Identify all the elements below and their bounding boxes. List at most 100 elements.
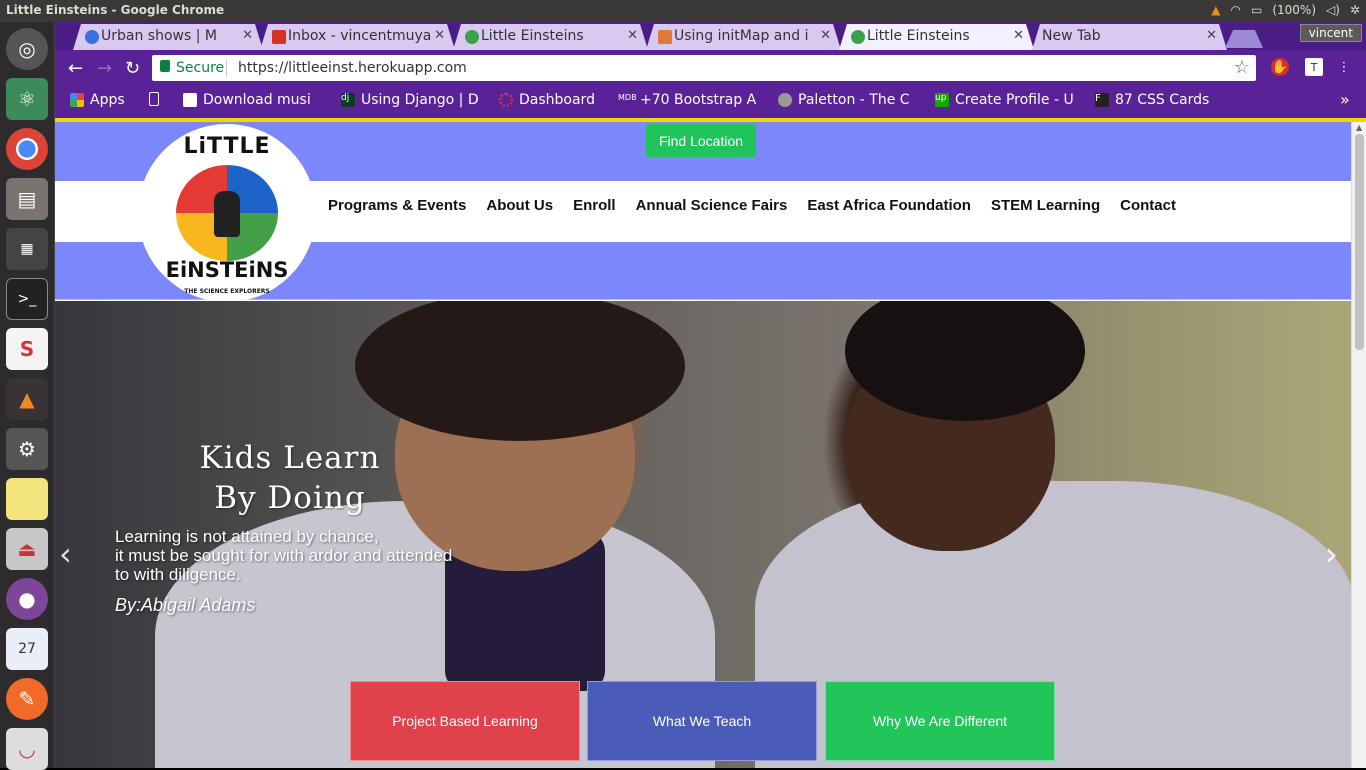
scrollbar-thumb[interactable] — [1355, 134, 1364, 350]
scroll-up-arrow-icon[interactable]: ▲ — [1356, 123, 1362, 132]
upwork-icon: up — [935, 93, 949, 107]
tab-little-einsteins-active[interactable]: Little Einsteins ✕ — [839, 24, 1034, 50]
mdb-icon: MDB — [618, 93, 637, 102]
tab-label: Using initMap and i — [674, 28, 809, 44]
url-text[interactable]: https://littleeinst.herokuapp.com — [238, 60, 467, 76]
browser-toolbar: ← → ↻ Secure https://littleeinst.herokua… — [55, 50, 1366, 86]
workspace-switcher-icon[interactable]: ▦ — [6, 228, 48, 270]
battery-icon[interactable]: ▭ — [1251, 3, 1262, 17]
nav-contact[interactable]: Contact — [1110, 197, 1186, 214]
settings-gear-icon[interactable]: ✲ — [1350, 3, 1360, 17]
web-page: Find Location LiTTLE EiNSTEiNS THE SCIEN… — [55, 118, 1366, 768]
browser-tab-strip: Urban shows | M ✕ Inbox - vincentmuya ✕ … — [55, 22, 1366, 50]
vlc-icon[interactable]: ▲ — [6, 378, 48, 420]
calendar-icon[interactable]: 27 — [6, 628, 48, 670]
bookmark-label: Create Profile - U — [955, 92, 1074, 108]
bookmark-paletton[interactable]: Paletton - The C — [778, 92, 910, 108]
dashboard-icon — [499, 93, 513, 107]
dash-home-icon[interactable]: ◎ — [6, 28, 48, 70]
forward-arrow-icon[interactable]: → — [97, 58, 112, 79]
carousel-next-icon[interactable]: › — [1325, 535, 1338, 573]
close-tab-icon[interactable]: ✕ — [1013, 28, 1024, 43]
tab-favicon-icon — [851, 30, 865, 44]
why-we-are-different-button[interactable]: Why We Are Different — [825, 681, 1055, 761]
bookmark-favicon-icon: F — [1095, 93, 1109, 107]
globe-extension-icon[interactable]: ◍ — [1239, 58, 1257, 76]
tab-urban-shows[interactable]: Urban shows | M ✕ — [73, 24, 263, 50]
postman-icon[interactable]: ✎ — [6, 678, 48, 720]
hero-carousel: Kids Learn By Doing Learning is not atta… — [55, 301, 1351, 768]
gmail-icon — [272, 30, 286, 44]
nav-enroll[interactable]: Enroll — [563, 197, 626, 214]
bookmark-blank-page[interactable] — [149, 92, 159, 106]
close-tab-icon[interactable]: ✕ — [820, 28, 831, 43]
bookmark-label: Apps — [90, 92, 125, 108]
tab-using-initmap[interactable]: Using initMap and i ✕ — [646, 24, 841, 50]
bookmark-css-cards[interactable]: F 87 CSS Cards — [1095, 92, 1209, 108]
terminal-icon[interactable]: >_ — [6, 278, 48, 320]
logo-kid-figure — [214, 191, 240, 237]
nav-programs-events[interactable]: Programs & Events — [318, 197, 476, 214]
tab-label: Little Einsteins — [867, 28, 970, 44]
close-tab-icon[interactable]: ✕ — [627, 28, 638, 43]
vlc-tray-icon[interactable]: ▲ — [1211, 3, 1220, 17]
tab-new-tab[interactable]: New Tab ✕ — [1032, 24, 1227, 50]
wifi-icon[interactable]: ◠ — [1231, 3, 1241, 17]
volume-icon[interactable]: ◁) — [1326, 3, 1340, 17]
music-extension-icon[interactable]: ♫ — [1209, 58, 1227, 76]
tor-browser-icon[interactable]: ● — [6, 578, 48, 620]
chrome-icon[interactable] — [6, 128, 48, 170]
bookmark-label: Using Django | D — [361, 92, 479, 108]
back-arrow-icon[interactable]: ← — [68, 58, 83, 79]
menu-kebab-icon[interactable]: ⋮ — [1335, 58, 1353, 76]
nav-annual-science-fairs[interactable]: Annual Science Fairs — [626, 197, 798, 214]
reload-icon[interactable]: ↻ — [125, 58, 140, 79]
profile-user-chip[interactable]: vincent — [1299, 24, 1362, 42]
carousel-prev-icon[interactable]: ‹ — [59, 535, 72, 573]
slack-icon[interactable]: S — [6, 328, 48, 370]
system-settings-icon[interactable]: ⚙ — [6, 428, 48, 470]
tab-label: Inbox - vincentmuya — [288, 28, 432, 44]
bookmark-dashboard[interactable]: Dashboard — [499, 92, 595, 108]
sticky-notes-icon[interactable] — [6, 478, 48, 520]
close-tab-icon[interactable]: ✕ — [242, 28, 253, 43]
bookmark-create-profile[interactable]: up Create Profile - U — [935, 92, 1074, 108]
address-bar[interactable]: Secure https://littleeinst.herokuapp.com… — [152, 55, 1256, 81]
django-icon: dj — [341, 93, 355, 107]
logo-top-text: LiTTLE — [183, 134, 271, 159]
omnibox-separator — [226, 59, 227, 77]
system-tray: ▲ ◠ ▭ (100%) ◁) ✲ — [1211, 3, 1360, 17]
what-we-teach-button[interactable]: What We Teach — [587, 681, 817, 761]
bookmark-bootstrap[interactable]: MDB +70 Bootstrap A — [618, 92, 756, 108]
nav-stem-learning[interactable]: STEM Learning — [981, 197, 1110, 214]
bookmark-label: Paletton - The C — [798, 92, 910, 108]
trash-icon[interactable]: ◡ — [6, 728, 48, 770]
atom-editor-icon[interactable]: ⚛ — [6, 78, 48, 120]
tab-inbox[interactable]: Inbox - vincentmuya ✕ — [260, 24, 455, 50]
trello-extension-icon[interactable]: T — [1305, 58, 1323, 76]
bookmark-apps[interactable]: Apps — [70, 92, 125, 108]
tab-little-einsteins-1[interactable]: Little Einsteins ✕ — [453, 24, 648, 50]
find-location-button[interactable]: Find Location — [646, 124, 756, 157]
tab-label: New Tab — [1042, 28, 1101, 44]
logo-wheel — [176, 165, 278, 261]
nav-about-us[interactable]: About Us — [476, 197, 563, 214]
new-tab-button[interactable] — [1225, 30, 1263, 48]
close-tab-icon[interactable]: ✕ — [434, 28, 445, 43]
adblock-extension-icon[interactable]: ✋ — [1271, 58, 1289, 76]
close-tab-icon[interactable]: ✕ — [1206, 28, 1217, 43]
nav-east-africa-foundation[interactable]: East Africa Foundation — [797, 197, 981, 214]
site-logo[interactable]: LiTTLE EiNSTEiNS THE SCIENCE EXPLORERS — [138, 124, 316, 302]
bookmark-label: 87 CSS Cards — [1115, 92, 1210, 108]
system-top-bar: Little Einsteins - Google Chrome ▲ ◠ ▭ (… — [0, 0, 1366, 22]
bookmark-download-music[interactable]: Download musi — [183, 92, 311, 108]
usb-installer-icon[interactable]: ⏏ — [6, 528, 48, 570]
bookmark-using-django[interactable]: dj Using Django | D — [341, 92, 479, 108]
page-scrollbar[interactable]: ▲ — [1351, 122, 1366, 768]
bookmarks-overflow-button[interactable]: » — [1340, 90, 1350, 109]
project-based-learning-button[interactable]: Project Based Learning — [350, 681, 580, 761]
lock-icon — [160, 60, 170, 72]
main-navigation: Programs & Events About Us Enroll Annual… — [318, 197, 1186, 214]
secure-label: Secure — [176, 60, 225, 76]
file-manager-icon[interactable]: ▤ — [6, 178, 48, 220]
